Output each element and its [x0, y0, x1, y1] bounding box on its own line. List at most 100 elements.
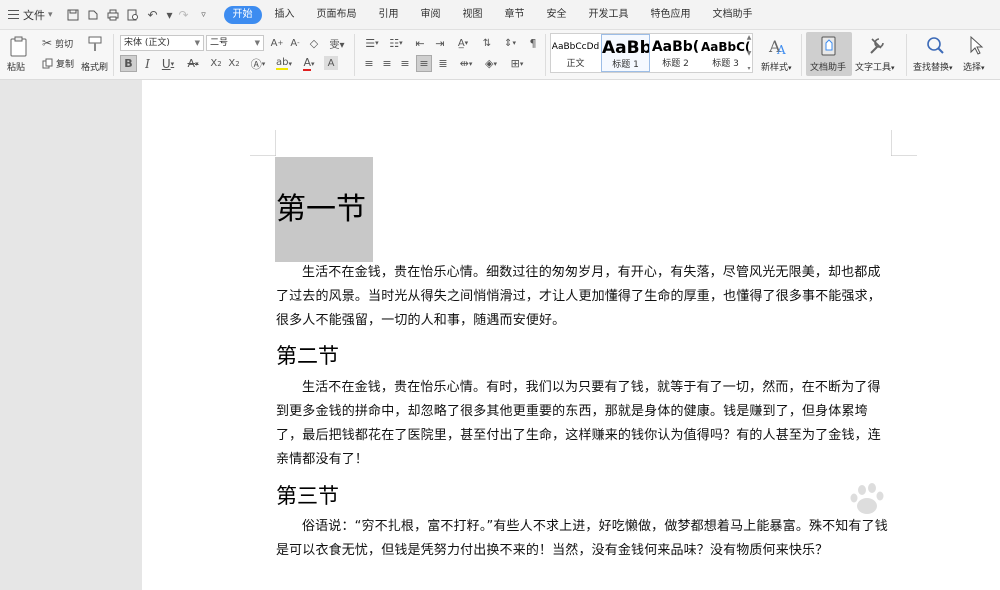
styles-gallery: AaBbCcDd 正文 AaBb 标题 1 AaBb( 标题 2 AaBbC( … [550, 33, 753, 73]
ribbon-tabs: 开始 插入 页面布局 引用 审阅 视图 章节 安全 开发工具 特色应用 文档助手 [223, 5, 764, 24]
style-name: 标题 3 [712, 59, 739, 69]
customize-icon[interactable]: ▿ [194, 5, 214, 25]
cursor-icon[interactable] [967, 35, 985, 57]
chevron-up-icon: ▲ [746, 34, 752, 41]
tab-section[interactable]: 章节 [494, 6, 536, 24]
divider [801, 34, 802, 76]
document-area[interactable]: 第一节 生活不在金钱，贵在怡乐心情。细数过往的匆匆岁月，有开心，有失落，尽管风光… [0, 80, 1000, 590]
clear-format-icon[interactable]: ◇ [307, 35, 321, 51]
subscript-icon[interactable]: X2 [227, 55, 241, 72]
text-tools-icon[interactable] [867, 35, 887, 57]
style-preview: AaBbC( [701, 40, 750, 54]
chevron-down-icon: ▼ [194, 39, 200, 47]
tab-references[interactable]: 引用 [368, 6, 410, 24]
doc-helper-button[interactable]: 文档助手 [806, 32, 852, 76]
baidu-jingyan-watermark [840, 480, 960, 536]
line-spacing-icon[interactable]: ⇕ ▾ [500, 35, 520, 51]
select-label: 选择 [963, 63, 982, 73]
font-name-select[interactable]: 宋体 (正文) ▼ [120, 35, 204, 51]
bold-button[interactable]: B [120, 55, 137, 72]
text-effect-icon[interactable]: Ⓐ ▾ [247, 55, 269, 72]
new-style-icon[interactable]: AA [766, 35, 790, 57]
chevron-down-icon: ▾ [48, 9, 53, 20]
tab-security[interactable]: 安全 [536, 6, 578, 24]
tab-home[interactable]: 开始 [223, 5, 262, 24]
paragraph-1[interactable]: 生活不在金钱，贵在怡乐心情。细数过往的匆匆岁月，有开心，有失落，尽管风光无限美，… [276, 261, 890, 333]
heading-3[interactable]: 第三节 [276, 480, 339, 510]
paste-button[interactable] [8, 35, 30, 57]
format-painter-button[interactable] [86, 35, 104, 53]
font-color-icon[interactable]: A ▾ [299, 55, 319, 72]
justify-icon[interactable]: ≡ [416, 55, 432, 72]
tab-insert[interactable]: 插入 [264, 6, 306, 24]
new-style-button[interactable]: 新样式▾ [761, 60, 792, 73]
save-icon[interactable] [63, 5, 83, 25]
strikethrough-icon[interactable]: A ▾ [183, 55, 203, 72]
divider [545, 34, 546, 76]
find-replace-button[interactable]: 查找替换▾ [913, 60, 953, 73]
shading-icon[interactable]: ◈ ▾ [480, 55, 502, 72]
columns-icon[interactable]: ⇹ ▾ [456, 55, 476, 72]
superscript-icon[interactable]: X2 [209, 55, 223, 72]
undo-dropdown-icon[interactable]: ▾ [166, 5, 174, 25]
doc-helper-label: 文档助手 [810, 63, 847, 73]
borders-icon[interactable]: ⊞ ▾ [506, 55, 528, 72]
highlight-icon[interactable]: ab ▾ [273, 55, 295, 72]
heading-2[interactable]: 第二节 [276, 340, 339, 370]
font-size-select[interactable]: 二号 ▼ [206, 35, 264, 51]
show-marks-icon[interactable]: ¶ [526, 35, 540, 51]
styles-scroll[interactable]: ▲ ▼ ▾ [745, 34, 753, 72]
align-right-icon[interactable]: ≡ [398, 55, 412, 72]
scissors-icon: ✂ [42, 36, 53, 50]
undo-icon[interactable]: ↶ [143, 5, 163, 25]
style-heading-2[interactable]: AaBb( 标题 2 [651, 34, 700, 72]
style-heading-1[interactable]: AaBb 标题 1 [601, 34, 650, 72]
cut-button[interactable]: ✂ 剪切 [42, 36, 73, 50]
text-tools-button[interactable]: 文字工具▾ [855, 60, 895, 73]
tab-review[interactable]: 审阅 [410, 6, 452, 24]
tab-page-layout[interactable]: 页面布局 [306, 6, 368, 24]
style-name: 标题 1 [612, 60, 639, 70]
text-direction-icon[interactable]: A̲ ▾ [452, 35, 474, 51]
increase-indent-icon[interactable]: ⇥ [432, 35, 448, 51]
output-pdf-icon[interactable] [83, 5, 103, 25]
redo-icon[interactable]: ↷ [174, 5, 194, 25]
decrease-indent-icon[interactable]: ⇤ [412, 35, 428, 51]
tab-doc-assistant[interactable]: 文档助手 [702, 6, 764, 24]
underline-button[interactable]: U ▾ [158, 55, 178, 72]
phonetic-icon[interactable]: 雯▾ [327, 35, 347, 51]
italic-button[interactable]: I [141, 55, 154, 72]
paragraph-3[interactable]: 俗语说：“穷不扎根，富不打籽。”有些人不求上进，好吃懒做，做梦都想着马上能暴富。… [276, 515, 890, 563]
file-menu[interactable]: 文件 ▾ [0, 0, 59, 30]
align-left-icon[interactable]: ≡ [362, 55, 376, 72]
grow-font-icon[interactable]: A + [270, 35, 284, 51]
style-heading-3[interactable]: AaBbC( 标题 3 [701, 34, 750, 72]
copy-button[interactable]: 复制 [42, 57, 74, 70]
doc-helper-icon [820, 35, 838, 60]
file-menu-label: 文件 [23, 8, 45, 22]
menu-icon [8, 10, 19, 19]
paragraph-2[interactable]: 生活不在金钱，贵在怡乐心情。有时，我们以为只要有了钱，就等于有了一切，然而，在不… [276, 376, 890, 472]
print-icon[interactable] [103, 5, 123, 25]
tab-developer[interactable]: 开发工具 [578, 6, 640, 24]
select-button[interactable]: 选择▾ [963, 60, 985, 73]
distributed-icon[interactable]: ≣ [436, 55, 450, 72]
quick-access-toolbar: ↶ ▾ ↷ ▿ [63, 5, 214, 25]
align-center-icon[interactable]: ≡ [380, 55, 394, 72]
ribbon-toolbar: 粘贴 ✂ 剪切 复制 格式刷 宋体 (正文) ▼ 二号 ▼ A + A- ◇ 雯▾ B… [0, 30, 1000, 80]
svg-text:A: A [776, 43, 786, 57]
sort-icon[interactable]: ⇅ [480, 35, 494, 51]
search-icon[interactable] [925, 35, 945, 57]
numbered-list-icon[interactable]: ☷ ▾ [386, 35, 406, 51]
heading-1-selected[interactable]: 第一节 [275, 157, 373, 262]
tab-special-apps[interactable]: 特色应用 [640, 6, 702, 24]
tab-view[interactable]: 视图 [452, 6, 494, 24]
char-shading-icon[interactable]: A [324, 56, 338, 70]
style-normal[interactable]: AaBbCcDd 正文 [551, 34, 600, 72]
bullet-list-icon[interactable]: ☰ ▾ [362, 35, 382, 51]
cut-label: 剪切 [55, 39, 74, 50]
print-preview-icon[interactable] [123, 5, 143, 25]
divider [906, 34, 907, 76]
shrink-font-icon[interactable]: A- [288, 35, 302, 51]
menu-bar: 文件 ▾ ↶ ▾ ↷ ▿ 开始 插入 页面布局 引用 审阅 视图 章节 安全 开… [0, 0, 1000, 30]
